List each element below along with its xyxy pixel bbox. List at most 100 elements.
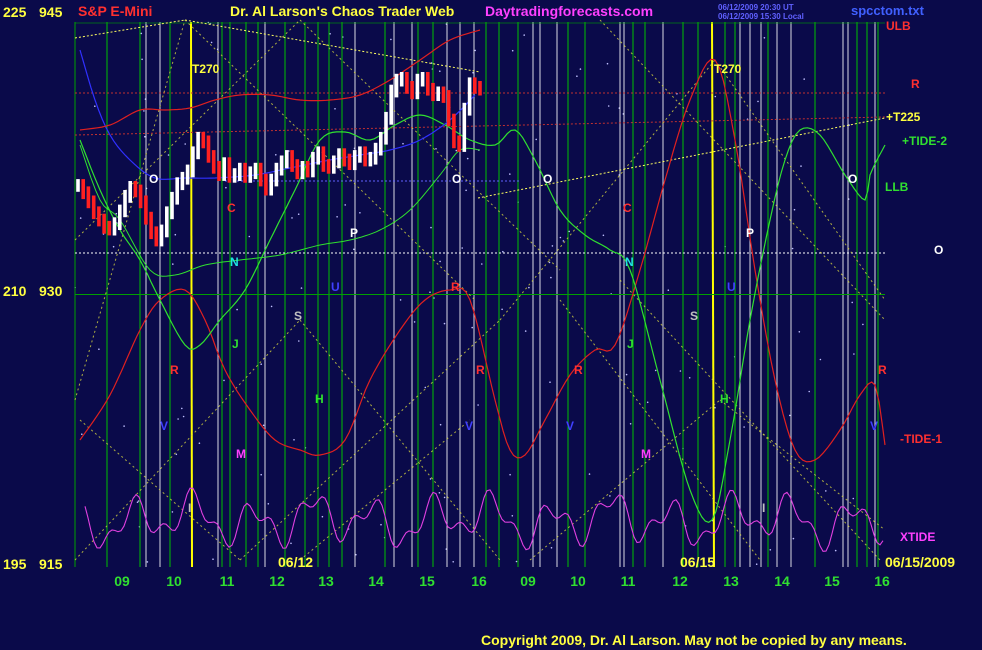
left-title: S&P E-Mini — [78, 3, 152, 19]
star-dot — [430, 226, 432, 229]
star-dot — [267, 503, 270, 505]
price-bar — [467, 77, 472, 116]
star-dot — [667, 289, 670, 292]
star-dot — [300, 287, 303, 289]
price-bar — [415, 73, 420, 100]
star-dot — [94, 105, 96, 107]
star-dot — [763, 37, 766, 39]
y-tick-inner: 945 — [39, 4, 63, 20]
star-dot — [688, 377, 691, 379]
star-dot — [511, 49, 514, 52]
star-dot — [380, 523, 382, 526]
x-tick-label: 09 — [114, 573, 130, 589]
star-dot — [321, 515, 324, 518]
star-dot — [402, 142, 404, 145]
price-bar — [232, 168, 237, 183]
star-dot — [515, 560, 518, 563]
x-tick-label: 11 — [220, 573, 235, 589]
star-dot — [548, 261, 551, 264]
price-bar — [441, 86, 446, 103]
price-bar — [144, 195, 148, 225]
price-bar — [238, 162, 242, 181]
star-dot — [353, 248, 355, 251]
price-bar — [243, 162, 247, 183]
price-bar — [264, 173, 268, 196]
star-dot — [792, 537, 795, 540]
star-dot — [825, 490, 827, 492]
price-bar — [133, 181, 138, 198]
star-dot — [714, 95, 717, 98]
star-dot — [798, 331, 801, 333]
star-dot — [528, 286, 530, 289]
price-bar — [107, 220, 112, 236]
star-dot — [334, 108, 336, 110]
star-dot — [260, 363, 263, 366]
star-dot — [172, 263, 174, 265]
star-dot — [461, 247, 464, 249]
x-tick-label: 16 — [874, 573, 890, 589]
tide-marker: O — [848, 172, 857, 186]
tide-marker: S — [294, 309, 302, 323]
x-tick-label: 12 — [269, 573, 285, 589]
price-bar — [279, 155, 284, 176]
price-bar — [97, 206, 101, 227]
price-bar — [118, 204, 122, 230]
tide-marker: O — [149, 172, 158, 186]
price-bar — [426, 72, 430, 96]
price-bar — [102, 213, 106, 234]
price-bar — [363, 146, 367, 167]
price-bar — [81, 179, 85, 200]
star-dot — [359, 212, 361, 214]
star-dot — [248, 235, 251, 238]
tide-marker: P — [746, 226, 754, 240]
y-tick-inner: 915 — [39, 556, 63, 572]
timestamp-utc: 06/12/2009 20:30 UT — [718, 3, 794, 12]
price-bar — [431, 82, 435, 102]
price-bar — [175, 177, 179, 205]
price-bar — [154, 226, 159, 247]
price-bar — [405, 72, 409, 94]
price-bar — [305, 161, 310, 178]
price-bar — [86, 186, 91, 209]
star-dot — [769, 549, 772, 551]
star-dot — [344, 204, 347, 206]
x-tick-label: 11 — [621, 573, 636, 589]
star-dot — [293, 439, 295, 441]
star-dot — [143, 110, 145, 112]
center-title: Dr. Al Larson's Chaos Trader Web — [230, 3, 454, 19]
tide-marker: C — [623, 201, 632, 215]
star-dot — [439, 260, 441, 263]
site-link[interactable]: Daytradingforecasts.com — [485, 3, 653, 19]
star-dot — [535, 138, 537, 141]
chart-background — [0, 0, 982, 650]
right-label: -TIDE-1 — [900, 432, 942, 446]
price-bar — [185, 164, 190, 185]
x-tick-label: 14 — [368, 573, 384, 589]
price-bar — [389, 84, 393, 125]
price-bar — [274, 162, 279, 187]
star-dot — [329, 33, 331, 35]
chaos-trader-chart: 225 945 210 930 195 915 09 10 11 12 13 14 15 16 09 10 11… — [0, 0, 982, 650]
price-bar — [321, 146, 326, 172]
star-dot — [181, 407, 183, 410]
star-dot — [793, 208, 796, 211]
right-label: R — [911, 77, 920, 91]
star-dot — [808, 390, 810, 393]
tide-marker: O — [543, 172, 552, 186]
star-dot — [852, 497, 855, 500]
price-bar — [462, 102, 467, 152]
price-bar — [217, 161, 221, 181]
tide-marker: O — [452, 172, 461, 186]
price-bar — [337, 148, 341, 169]
star-dot — [629, 423, 632, 425]
star-dot — [851, 301, 853, 304]
price-bar — [170, 191, 174, 220]
price-bar — [384, 111, 388, 145]
price-bar — [452, 113, 456, 149]
x-tick-label: 16 — [471, 573, 487, 589]
t270-label: T270 — [714, 62, 742, 76]
t270-label: T270 — [192, 62, 220, 76]
star-dot — [602, 234, 605, 237]
star-dot — [223, 379, 225, 382]
price-bar — [112, 217, 117, 236]
